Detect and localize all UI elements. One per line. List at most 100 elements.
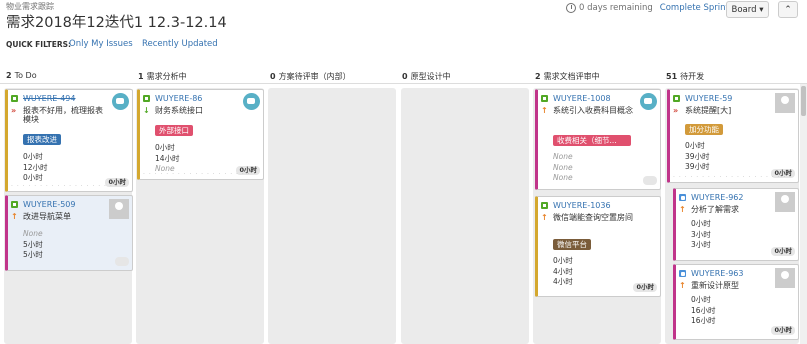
scrollbar-thumb[interactable]: [801, 86, 806, 116]
issue-fields: 0小时 3小时 3小时: [691, 219, 711, 251]
issue-label: 微信平台: [553, 239, 591, 250]
field-remaining: 0小时: [685, 141, 705, 150]
issue-fields: 0小时 4小时 4小时: [553, 256, 573, 288]
subtask-card[interactable]: ↑ WUYERE-963 重新设计原型 0小时 16小时 16小时 0小时: [673, 264, 799, 340]
field-logged: 0小时: [23, 173, 43, 182]
issue-key[interactable]: WUYERE-1008: [553, 94, 611, 103]
column-header-prototype: 0 原型设计中: [402, 72, 451, 81]
field-remaining: None: [553, 152, 573, 161]
issue-card[interactable]: ↑ WUYERE-1036 微信端能查询空置房间 微信平台 0小时 4小时 4小…: [535, 196, 661, 297]
column-prototype: [401, 88, 529, 344]
assignee-avatar[interactable]: [112, 93, 129, 110]
board-scrollbar[interactable]: [800, 84, 807, 344]
header-divider: [0, 83, 807, 84]
issue-card[interactable]: » WUYERE-59 系统提醒[大] 加分功能 0小时 39小时 39小时 0…: [667, 89, 799, 183]
issue-card[interactable]: ↑ WUYERE-509 改进导航菜单 None 5小时 5小时: [5, 195, 133, 271]
priority-low-icon: ↓: [143, 106, 150, 115]
issue-fields: 0小时 12小时 0小时: [23, 152, 48, 184]
unassigned-avatar[interactable]: [775, 93, 795, 113]
issue-summary: 改进导航菜单: [23, 212, 71, 221]
story-icon: [541, 202, 548, 209]
days-remaining: 0 days remaining: [579, 3, 653, 13]
field-remaining: 0小时: [691, 295, 711, 304]
time-badge: [115, 257, 129, 266]
field-logged: 5小时: [23, 250, 43, 259]
field-estimate: None: [553, 162, 573, 172]
issue-fields: None 5小时 5小时: [23, 229, 43, 261]
field-estimate: 16小时: [691, 305, 716, 315]
issue-card[interactable]: ↑ WUYERE-1008 系统引入收费科目概念 收费相关（细节... None…: [535, 89, 661, 190]
story-icon: [11, 95, 18, 102]
column-header-doc-review: 2 需求文档评审中: [535, 72, 600, 81]
card-dots: · · · · · · · · · · · · · · · · · · · · …: [673, 174, 793, 181]
issue-summary: 系统提醒[大]: [685, 106, 732, 115]
story-icon: [11, 201, 18, 208]
filter-recently-updated[interactable]: Recently Updated: [142, 39, 218, 49]
quick-filters-label: QUICK FILTERS:: [6, 40, 72, 49]
issue-key[interactable]: WUYERE-509: [23, 200, 75, 209]
issue-fields: None None None: [553, 152, 573, 184]
priority-medium-icon: ↑: [541, 106, 548, 115]
field-logged: 4小时: [553, 277, 573, 286]
issue-label: 收费相关（细节...: [553, 135, 631, 146]
column-review-internal: [268, 88, 396, 344]
issue-summary: 系统引入收费科目概念: [553, 106, 633, 115]
issue-key[interactable]: WUYERE-86: [155, 94, 202, 103]
field-logged: None: [553, 173, 573, 182]
issue-summary: 财务系统接口: [155, 106, 203, 115]
issue-key[interactable]: WUYERE-963: [691, 269, 743, 278]
story-icon: [143, 95, 150, 102]
story-icon: [541, 95, 548, 102]
column-header-analysis: 1 需求分析中: [138, 72, 187, 81]
card-dots: · · · · · · · · · · · · · · · · · · · ·: [143, 171, 257, 178]
unassigned-avatar[interactable]: [109, 199, 129, 219]
column-header-review-internal: 0 方案待评审（内部）: [270, 72, 351, 81]
unassigned-avatar[interactable]: [775, 192, 795, 212]
time-badge: 0小时: [771, 326, 795, 335]
time-badge: [643, 176, 657, 185]
issue-fields: 0小时 16小时 16小时: [691, 295, 716, 327]
issue-summary: 重新设计原型: [691, 281, 739, 290]
filter-only-my-issues[interactable]: Only My Issues: [69, 39, 133, 49]
column-header-to-develop: 51 待开发: [666, 72, 705, 81]
issue-key[interactable]: WUYERE-494: [23, 94, 75, 103]
priority-medium-icon: ↑: [679, 205, 686, 214]
time-badge: 0小时: [633, 283, 657, 292]
card-dots: · · · · · · · · · · · · · · · · · · · ·: [11, 183, 125, 190]
subtask-icon: [679, 270, 686, 277]
collapse-header-button[interactable]: ⌃: [778, 1, 798, 18]
priority-medium-icon: ↑: [541, 213, 548, 222]
issue-fields: 0小时 14小时 None: [155, 143, 180, 175]
field-remaining: None: [23, 229, 43, 238]
issue-label: 报表改进: [23, 134, 61, 145]
issue-fields: 0小时 39小时 39小时: [685, 141, 710, 173]
assignee-avatar[interactable]: [640, 93, 657, 110]
field-remaining: 0小时: [155, 143, 175, 152]
story-icon: [673, 95, 680, 102]
unassigned-avatar[interactable]: [775, 268, 795, 288]
complete-sprint-link[interactable]: Complete Sprint: [660, 3, 729, 13]
issue-card[interactable]: » WUYERE-494 报表不好用，梳理报表模块 报表改进 0小时 12小时 …: [5, 89, 133, 192]
field-estimate: 12小时: [23, 162, 48, 172]
field-estimate: 4小时: [553, 266, 573, 276]
issue-summary: 报表不好用，梳理报表模块: [23, 106, 103, 124]
field-remaining: 0小时: [691, 219, 711, 228]
field-remaining: 0小时: [23, 152, 43, 161]
issue-card[interactable]: ↓ WUYERE-86 财务系统接口 外部接口 0小时 14小时 None 0小…: [137, 89, 264, 180]
field-logged: 16小时: [691, 316, 716, 325]
clock-icon: [566, 3, 576, 13]
assignee-avatar[interactable]: [243, 93, 260, 110]
issue-key[interactable]: WUYERE-962: [691, 193, 743, 202]
field-estimate: 39小时: [685, 151, 710, 161]
field-estimate: 5小时: [23, 239, 43, 249]
board-dropdown-button[interactable]: Board ▾: [726, 1, 769, 18]
subtask-card[interactable]: ↑ WUYERE-962 分析了解需求 0小时 3小时 3小时 0小时: [673, 188, 799, 261]
subtask-icon: [679, 194, 686, 201]
page-title: 需求2018年12迭代1 12.3-12.14: [6, 15, 227, 31]
issue-label: 外部接口: [155, 125, 193, 136]
sprint-status: 0 days remaining Complete Sprint: [566, 3, 729, 13]
issue-label: 加分功能: [685, 124, 723, 135]
time-badge: 0小时: [771, 247, 795, 256]
issue-key[interactable]: WUYERE-59: [685, 94, 732, 103]
issue-key[interactable]: WUYERE-1036: [553, 201, 611, 210]
